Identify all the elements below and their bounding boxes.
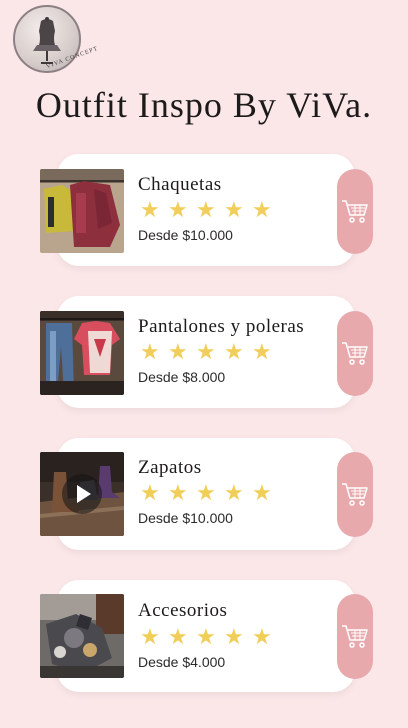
star-icon: ★ xyxy=(196,624,216,649)
page-title: Outfit Inspo By ViVa. xyxy=(35,85,373,125)
star-icon: ★ xyxy=(168,197,188,222)
add-to-cart-button[interactable] xyxy=(337,311,373,396)
star-icon: ★ xyxy=(252,197,272,222)
shopping-cart-icon xyxy=(342,342,368,365)
shopping-cart-icon xyxy=(342,483,368,506)
star-icon: ★ xyxy=(252,624,272,649)
star-icon: ★ xyxy=(168,624,188,649)
star-icon: ★ xyxy=(224,624,244,649)
rating-stars: ★ ★ ★ ★ ★ xyxy=(140,625,280,649)
star-icon: ★ xyxy=(168,480,188,505)
category-name: Pantalones y poleras xyxy=(138,316,305,337)
star-icon: ★ xyxy=(196,480,216,505)
accessories-photo xyxy=(40,594,124,678)
category-name: Chaquetas xyxy=(138,174,222,195)
star-icon: ★ xyxy=(224,339,244,364)
thumbnail-chaquetas[interactable] xyxy=(40,169,124,253)
star-icon: ★ xyxy=(224,480,244,505)
brand-logo: VIVA CONCEPT xyxy=(13,5,99,73)
star-icon: ★ xyxy=(252,339,272,364)
play-video-button[interactable] xyxy=(62,474,102,514)
category-name: Zapatos xyxy=(138,457,202,478)
star-icon: ★ xyxy=(168,339,188,364)
thumbnail-pantalones-y-poleras[interactable] xyxy=(40,311,124,395)
pants-shirts-photo xyxy=(40,311,124,395)
shopping-cart-icon xyxy=(342,625,368,648)
rating-stars: ★ ★ ★ ★ ★ xyxy=(140,481,280,505)
star-icon: ★ xyxy=(252,480,272,505)
star-icon: ★ xyxy=(224,197,244,222)
rating-stars: ★ ★ ★ ★ ★ xyxy=(140,340,280,364)
star-icon: ★ xyxy=(140,339,160,364)
add-to-cart-button[interactable] xyxy=(337,452,373,537)
star-icon: ★ xyxy=(140,197,160,222)
shopping-cart-icon xyxy=(342,200,368,223)
thumbnail-zapatos[interactable] xyxy=(40,452,124,536)
category-price: Desde $4.000 xyxy=(138,654,226,670)
category-price: Desde $8.000 xyxy=(138,369,226,385)
star-icon: ★ xyxy=(140,624,160,649)
star-icon: ★ xyxy=(196,197,216,222)
star-icon: ★ xyxy=(196,339,216,364)
category-name: Accesorios xyxy=(138,600,228,621)
add-to-cart-button[interactable] xyxy=(337,169,373,254)
jackets-photo xyxy=(40,169,124,253)
category-price: Desde $10.000 xyxy=(138,227,233,243)
rating-stars: ★ ★ ★ ★ ★ xyxy=(140,198,280,222)
add-to-cart-button[interactable] xyxy=(337,594,373,679)
star-icon: ★ xyxy=(140,480,160,505)
category-price: Desde $10.000 xyxy=(138,510,233,526)
thumbnail-accesorios[interactable] xyxy=(40,594,124,678)
